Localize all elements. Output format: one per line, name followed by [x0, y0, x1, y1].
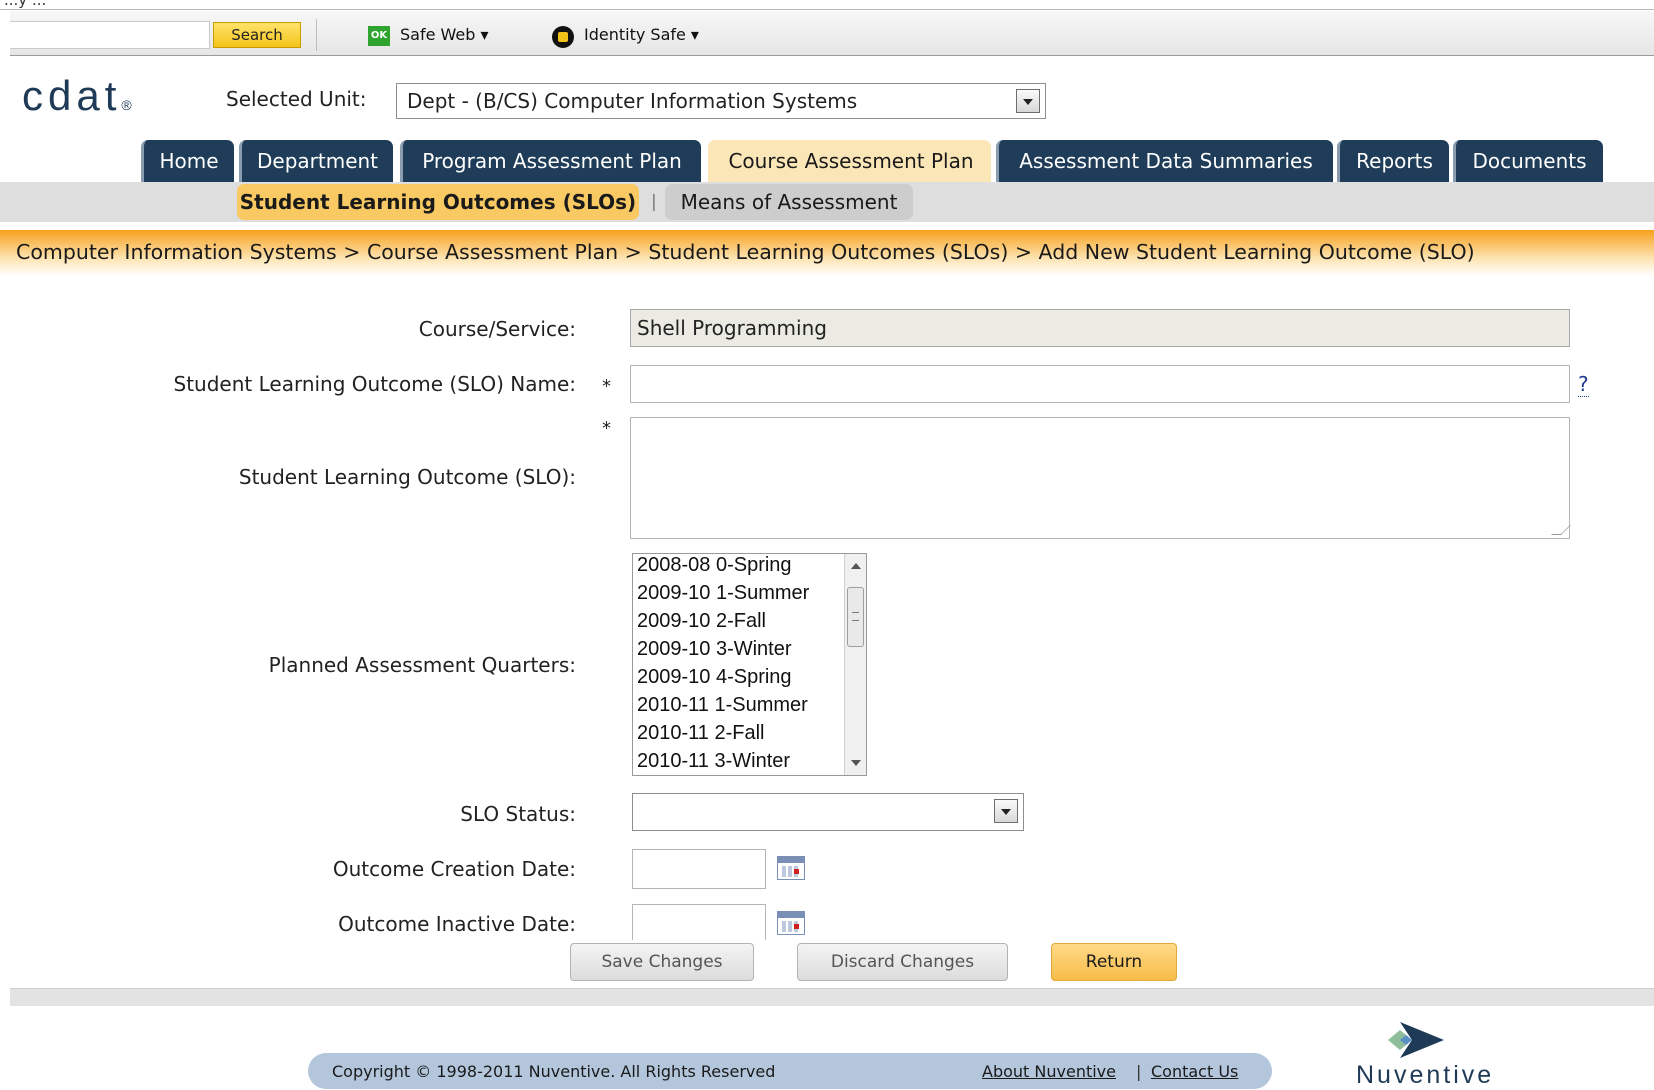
- logo-registered-mark: ®: [121, 97, 132, 113]
- about-nuventive-link[interactable]: About Nuventive: [982, 1062, 1116, 1081]
- tab-assessment-data-summaries[interactable]: Assessment Data Summaries: [996, 140, 1333, 182]
- required-marker: *: [602, 376, 611, 397]
- inactive-date-label: Outcome Inactive Date:: [338, 912, 576, 936]
- selected-unit-select[interactable]: Dept - (B/CS) Computer Information Syste…: [396, 83, 1046, 119]
- quarters-listbox[interactable]: 2008-08 0-Spring 2009-10 1-Summer 2009-1…: [632, 553, 867, 776]
- tab-documents[interactable]: Documents: [1453, 140, 1603, 182]
- quarter-option[interactable]: 2009-10 4-Spring: [637, 666, 792, 689]
- footer-separator: |: [1136, 1062, 1142, 1081]
- identity-safe-icon: [552, 26, 574, 48]
- cdat-logo[interactable]: cdat®: [22, 72, 132, 120]
- slo-label: Student Learning Outcome (SLO):: [238, 465, 576, 489]
- nuventive-brand: Nuventive: [1356, 1061, 1495, 1089]
- subnav-slos[interactable]: Student Learning Outcomes (SLOs): [237, 184, 639, 220]
- copyright-text: Copyright © 1998-2011 Nuventive. All Rig…: [332, 1062, 776, 1081]
- scroll-thumb[interactable]: [847, 587, 864, 647]
- slo-name-input[interactable]: [630, 365, 1570, 403]
- browser-toolbar: Search OK Safe Web ▾ Identity Safe ▾: [10, 11, 1654, 56]
- slo-textarea[interactable]: [630, 417, 1571, 539]
- selected-unit-value: Dept - (B/CS) Computer Information Syste…: [407, 89, 858, 113]
- toolbar-search-button[interactable]: Search: [213, 22, 301, 48]
- subnav-means-of-assessment[interactable]: Means of Assessment: [665, 184, 913, 220]
- quarter-option[interactable]: 2009-10 2-Fall: [637, 610, 766, 633]
- scroll-up-icon[interactable]: [851, 563, 861, 569]
- toolbar-search-input[interactable]: [10, 21, 210, 49]
- quarter-option[interactable]: 2008-08 0-Spring: [637, 554, 792, 577]
- resize-handle-icon[interactable]: [1551, 525, 1571, 535]
- calendar-marker: [794, 869, 799, 874]
- help-link[interactable]: ?: [1578, 372, 1589, 397]
- tab-home[interactable]: Home: [141, 140, 234, 182]
- tab-program-assessment-plan[interactable]: Program Assessment Plan: [400, 140, 701, 182]
- inactive-date-input[interactable]: [632, 904, 766, 940]
- nuventive-logo-icon: [1388, 1022, 1444, 1058]
- course-label: Course/Service:: [418, 317, 576, 341]
- quarter-option[interactable]: 2010-11 1-Summer: [637, 694, 808, 717]
- chevron-down-icon[interactable]: [1016, 89, 1040, 113]
- slo-status-label: SLO Status:: [460, 802, 576, 826]
- subnav-separator: |: [651, 192, 657, 212]
- calendar-icon[interactable]: [777, 856, 805, 880]
- logo-text: cdat: [22, 72, 122, 119]
- required-marker: *: [602, 418, 611, 439]
- cut-off-text: ...y ...: [4, 0, 47, 9]
- quarters-label: Planned Assessment Quarters:: [268, 653, 576, 677]
- save-changes-button[interactable]: Save Changes: [570, 943, 754, 981]
- slo-status-select[interactable]: [632, 793, 1024, 831]
- tab-course-assessment-plan[interactable]: Course Assessment Plan: [708, 140, 991, 182]
- listbox-scrollbar[interactable]: [844, 554, 866, 775]
- creation-date-input[interactable]: [632, 849, 766, 889]
- safe-web-ok-icon: OK: [368, 26, 390, 46]
- identity-safe-menu[interactable]: Identity Safe ▾: [584, 25, 699, 44]
- course-field: Shell Programming: [630, 309, 1570, 347]
- safe-web-menu[interactable]: Safe Web ▾: [400, 25, 489, 44]
- contact-us-link[interactable]: Contact Us: [1151, 1062, 1238, 1081]
- quarter-option[interactable]: 2009-10 1-Summer: [637, 582, 809, 605]
- breadcrumb: Computer Information Systems > Course As…: [16, 240, 1475, 264]
- quarter-option[interactable]: 2009-10 3-Winter: [637, 638, 792, 661]
- tab-reports[interactable]: Reports: [1337, 140, 1449, 182]
- calendar-marker: [794, 924, 799, 929]
- selected-unit-label: Selected Unit:: [226, 87, 367, 111]
- creation-date-label: Outcome Creation Date:: [332, 857, 576, 881]
- browser-window-edge: ...y ...: [0, 0, 1654, 10]
- discard-changes-button[interactable]: Discard Changes: [797, 943, 1008, 981]
- return-button[interactable]: Return: [1051, 943, 1177, 981]
- footer-divider: [10, 988, 1654, 1006]
- toolbar-divider: [316, 19, 317, 51]
- calendar-icon[interactable]: [777, 911, 805, 935]
- tab-department[interactable]: Department: [239, 140, 393, 182]
- scroll-down-icon[interactable]: [851, 760, 861, 766]
- slo-name-label: Student Learning Outcome (SLO) Name:: [173, 372, 576, 396]
- quarter-option[interactable]: 2010-11 3-Winter: [637, 750, 790, 773]
- quarter-option[interactable]: 2010-11 2-Fall: [637, 722, 764, 745]
- chevron-down-icon[interactable]: [994, 799, 1018, 823]
